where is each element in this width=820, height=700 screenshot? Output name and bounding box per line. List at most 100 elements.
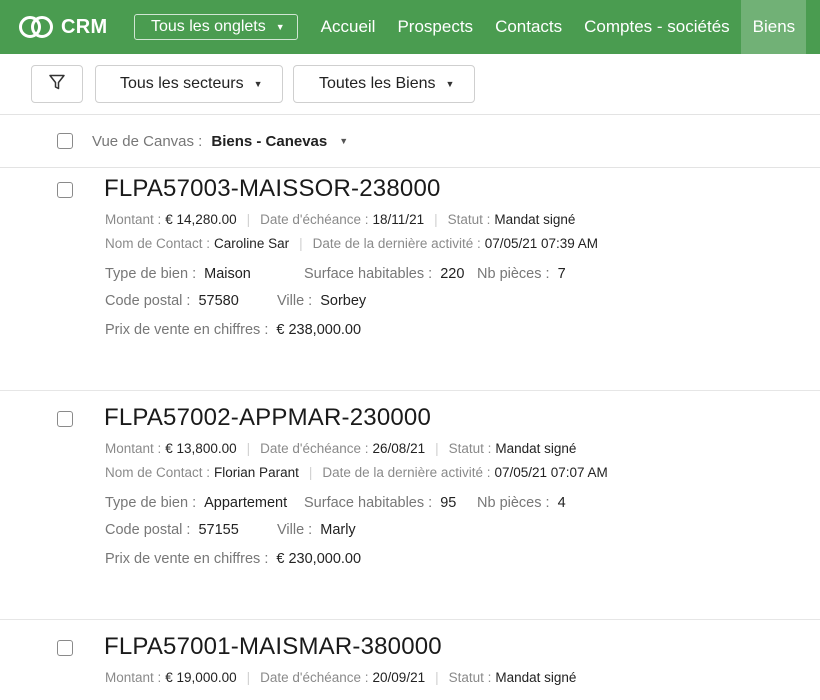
- statut-value: Mandat signé: [494, 212, 576, 227]
- surface-label: Surface habitables :: [304, 495, 433, 511]
- code-postal-label: Code postal :: [105, 522, 191, 538]
- record-card: FLPA57002-APPMAR-230000 Montant : € 13,8…: [0, 398, 820, 620]
- tab-prospects[interactable]: Prospects: [386, 0, 484, 54]
- tab-contacts[interactable]: Contacts: [484, 0, 573, 54]
- separator: |: [308, 465, 313, 480]
- all-tabs-dropdown[interactable]: Tous les onglets ▼: [134, 14, 298, 40]
- filter-button[interactable]: [31, 65, 83, 103]
- record-checkbox[interactable]: [57, 640, 73, 656]
- record-checkbox[interactable]: [57, 411, 73, 427]
- canvas-view-label: Vue de Canvas :: [92, 132, 203, 150]
- montant-label: Montant :: [105, 212, 162, 227]
- surface-value: 220: [440, 266, 465, 282]
- last-activity-label: Date de la dernière activité :: [312, 236, 481, 251]
- code-postal-label: Code postal :: [105, 293, 191, 309]
- record-title[interactable]: FLPA57002-APPMAR-230000: [104, 404, 431, 432]
- record-checkbox[interactable]: [57, 182, 73, 198]
- contact-value[interactable]: Florian Parant: [214, 465, 299, 480]
- crm-logo-icon: [18, 15, 54, 39]
- ville-label: Ville :: [277, 293, 313, 309]
- statut-value: Mandat signé: [495, 670, 577, 685]
- pieces-field: Nb pièces : 4: [477, 495, 566, 511]
- type-label: Type de bien :: [105, 495, 197, 511]
- separator: |: [435, 670, 439, 685]
- filter-bar: Tous les secteurs ▼ Toutes les Biens ▼: [0, 54, 820, 115]
- prix-field: Prix de vente en chiffres : € 230,000.00: [105, 551, 361, 567]
- record-card: FLPA57003-MAISSOR-238000 Montant : € 14,…: [0, 169, 820, 391]
- statut-label: Statut :: [448, 441, 492, 456]
- prix-value: € 238,000.00: [276, 322, 362, 338]
- code-postal-value: 57155: [198, 522, 239, 538]
- contact-label: Nom de Contact :: [105, 236, 211, 251]
- record-meta-line-1: Montant : € 19,000.00 | Date d'échéance …: [105, 670, 576, 685]
- prix-field: Prix de vente en chiffres : € 238,000.00: [105, 322, 361, 338]
- code-postal-value: 57580: [198, 293, 239, 309]
- canvas-view-selector[interactable]: Biens - Canevas: [211, 133, 327, 150]
- last-activity-value: 07/05/21 07:07 AM: [494, 465, 608, 480]
- all-tabs-label: Tous les onglets: [151, 18, 266, 35]
- echeance-value: 20/09/21: [372, 670, 426, 685]
- surface-label: Surface habitables :: [304, 266, 433, 282]
- montant-value: € 19,000.00: [165, 670, 237, 685]
- tab-biens[interactable]: Biens: [740, 0, 807, 54]
- caret-down-icon: ▼: [253, 79, 263, 89]
- echeance-value: 18/11/21: [372, 212, 425, 227]
- tab-accueil[interactable]: Accueil: [310, 0, 387, 54]
- separator: |: [434, 212, 438, 227]
- montant-label: Montant :: [105, 441, 162, 456]
- statut-value: Mandat signé: [495, 441, 577, 456]
- statut-label: Statut :: [448, 670, 492, 685]
- pieces-value: 4: [557, 495, 566, 511]
- record-title[interactable]: FLPA57003-MAISSOR-238000: [104, 175, 441, 203]
- code-postal-field: Code postal : 57580: [105, 293, 239, 309]
- biens-dropdown-label: Toutes les Biens: [319, 75, 436, 92]
- record-title[interactable]: FLPA57001-MAISMAR-380000: [104, 633, 442, 661]
- ville-value: Marly: [320, 522, 356, 538]
- pieces-field: Nb pièces : 7: [477, 266, 566, 282]
- caret-down-icon[interactable]: ▼: [339, 136, 348, 146]
- ville-label: Ville :: [277, 522, 313, 538]
- crm-logo-text: CRM: [61, 15, 108, 38]
- type-label: Type de bien :: [105, 266, 197, 282]
- crm-logo[interactable]: CRM: [18, 15, 126, 39]
- sectors-dropdown[interactable]: Tous les secteurs ▼: [95, 65, 283, 103]
- record-meta-line-1: Montant : € 13,800.00 | Date d'échéance …: [105, 441, 576, 456]
- last-activity-value: 07/05/21 07:39 AM: [484, 236, 599, 251]
- code-postal-field: Code postal : 57155: [105, 522, 239, 538]
- surface-value: 95: [440, 495, 457, 511]
- prix-label: Prix de vente en chiffres :: [105, 551, 269, 567]
- ville-field: Ville : Marly: [277, 522, 356, 538]
- record-card: FLPA57001-MAISMAR-380000 Montant : € 19,…: [0, 627, 820, 700]
- sectors-dropdown-label: Tous les secteurs: [120, 75, 244, 92]
- statut-label: Statut :: [447, 212, 491, 227]
- pieces-label: Nb pièces :: [477, 266, 550, 282]
- type-field: Type de bien : Maison: [105, 266, 251, 282]
- module-tabs: Accueil Prospects Contacts Comptes - soc…: [310, 0, 807, 54]
- montant-value: € 13,800.00: [165, 441, 237, 456]
- canvas-view-bar: Vue de Canvas : Biens - Canevas ▼: [0, 115, 820, 168]
- record-meta-line-2: Nom de Contact : Florian Parant | Date d…: [105, 465, 608, 480]
- separator: |: [435, 441, 439, 456]
- contact-label: Nom de Contact :: [105, 465, 211, 480]
- last-activity-label: Date de la dernière activité :: [322, 465, 491, 480]
- prix-label: Prix de vente en chiffres :: [105, 322, 269, 338]
- caret-down-icon: ▼: [275, 22, 285, 32]
- top-navigation-bar: CRM Tous les onglets ▼ Accueil Prospects…: [0, 0, 820, 54]
- ville-field: Ville : Sorbey: [277, 293, 366, 309]
- biens-dropdown[interactable]: Toutes les Biens ▼: [293, 65, 475, 103]
- filter-funnel-icon: [48, 73, 66, 96]
- type-value: Appartement: [204, 495, 288, 511]
- surface-field: Surface habitables : 95: [304, 495, 456, 511]
- echeance-label: Date d'échéance :: [260, 441, 369, 456]
- select-all-checkbox[interactable]: [57, 133, 73, 149]
- separator: |: [299, 236, 303, 251]
- contact-value[interactable]: Caroline Sar: [214, 236, 289, 251]
- pieces-label: Nb pièces :: [477, 495, 550, 511]
- separator: |: [246, 212, 251, 227]
- tab-comptes-societes[interactable]: Comptes - sociétés: [573, 0, 741, 54]
- record-meta-line-2: Nom de Contact : Caroline Sar | Date de …: [105, 236, 598, 251]
- ville-value: Sorbey: [320, 293, 367, 309]
- prix-value: € 230,000.00: [276, 551, 362, 567]
- echeance-label: Date d'échéance :: [260, 670, 369, 685]
- echeance-label: Date d'échéance :: [260, 212, 369, 227]
